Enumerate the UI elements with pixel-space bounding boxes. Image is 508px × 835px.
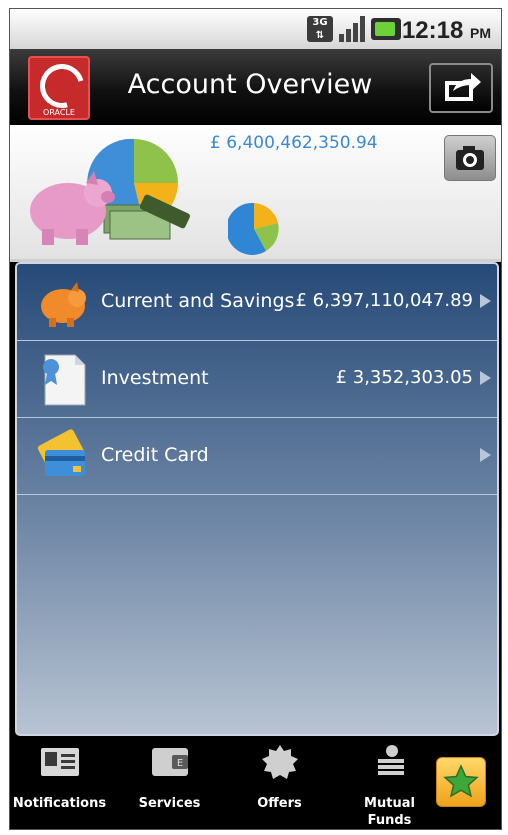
nav-label: Offers [257, 796, 302, 811]
nav-offers[interactable]: Offers [232, 739, 327, 829]
money-bag-icon [378, 745, 404, 775]
nav-label: Services [138, 796, 201, 811]
title-bar: ORACLE Account Overview [10, 49, 501, 125]
total-balance: £ 6,400,462,350.94 [210, 133, 378, 153]
account-amount: £ 6,397,110,047.89 [295, 290, 474, 311]
chevron-right-icon [480, 294, 491, 308]
network-type-label: 3G [312, 17, 328, 28]
nav-mutual-funds[interactable]: Mutual Funds [342, 739, 437, 829]
clock: 12:18 PM [402, 17, 491, 45]
nav-label: Notifications [12, 796, 107, 811]
star-icon [443, 764, 479, 798]
battery-icon [371, 18, 401, 40]
account-row-current-savings[interactable]: Current and Savings £ 6,397,110,047.89 [17, 264, 497, 341]
account-row-investment[interactable]: Investment £ 3,352,303.05 [17, 341, 497, 418]
nav-notifications[interactable]: Notifications [12, 739, 107, 829]
signal-strength-icon [339, 16, 365, 42]
finance-illustration-icon [30, 138, 190, 245]
clock-time: 12:18 [401, 17, 464, 44]
overview-panel: £ 6,400,462,350.94 [10, 125, 501, 262]
oracle-logo[interactable]: ORACLE [28, 55, 93, 120]
account-row-credit-card[interactable]: Credit Card [17, 418, 497, 495]
account-amount: £ 3,352,303.05 [335, 367, 473, 388]
share-icon [445, 73, 481, 101]
camera-button[interactable] [444, 135, 496, 181]
credit-card-icon [37, 429, 85, 476]
clock-ampm: PM [470, 25, 491, 41]
status-icons: 3G ⇅ [307, 16, 401, 42]
nav-label: Mutual Funds [364, 796, 415, 828]
account-label: Investment [101, 367, 209, 389]
share-button[interactable] [429, 63, 493, 113]
svg-text:E: E [177, 758, 183, 769]
camera-icon [456, 146, 484, 170]
piggy-bank-icon [41, 282, 86, 327]
accounts-list: Current and Savings £ 6,397,110,047.89 I… [15, 262, 499, 736]
id-card-icon [41, 748, 79, 776]
wallet-icon: E [152, 748, 188, 776]
bottom-navigation: Notifications E Services Offers Mutual F… [10, 739, 501, 829]
network-3g-icon: 3G ⇅ [307, 16, 333, 42]
page-title: Account Overview [127, 69, 373, 100]
badge-icon [262, 745, 298, 779]
nav-services[interactable]: E Services [122, 739, 217, 829]
chevron-right-icon [480, 448, 491, 462]
logo-text: ORACLE [43, 108, 75, 117]
phone-screen: 3G ⇅ 12:18 PM ORACLE Account Overview £ … [9, 8, 502, 830]
favorites-button[interactable] [436, 757, 486, 807]
account-label: Current and Savings [101, 290, 295, 312]
pie-chart-icon [228, 202, 279, 255]
status-bar: 3G ⇅ 12:18 PM [10, 9, 501, 49]
chevron-right-icon [480, 371, 491, 385]
account-label: Credit Card [101, 444, 209, 466]
certificate-icon [43, 354, 86, 406]
